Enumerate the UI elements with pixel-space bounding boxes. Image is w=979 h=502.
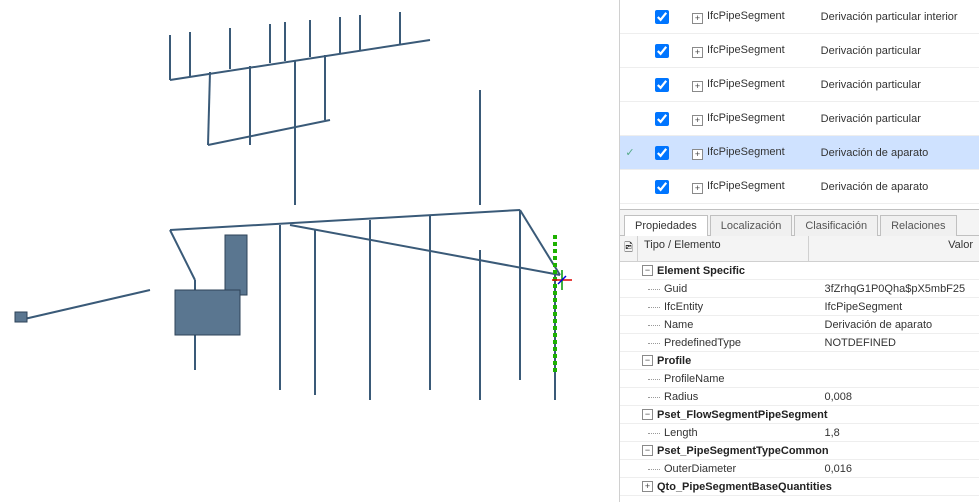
collapse-icon[interactable]: − xyxy=(642,265,653,276)
node-desc-label: Derivación particular xyxy=(821,79,979,91)
tree-row[interactable]: + IfcPipeSegment Derivación particular xyxy=(620,68,979,102)
property-value[interactable] xyxy=(819,377,979,381)
property-row[interactable]: Radius0,008 xyxy=(620,388,979,406)
node-type-label: IfcPipeSegment xyxy=(707,146,797,158)
row-check-icon: ✓ xyxy=(620,146,640,159)
property-value[interactable]: 0,008 xyxy=(819,389,979,405)
property-group[interactable]: −Pset_PipeSegmentTypeCommon xyxy=(620,442,979,460)
expand-icon[interactable]: + xyxy=(692,149,703,160)
node-desc-label: Derivación particular interior xyxy=(821,11,979,23)
property-group[interactable]: −Profile xyxy=(620,352,979,370)
property-key: IfcEntity xyxy=(638,299,819,315)
node-desc-label: Derivación particular xyxy=(821,45,979,57)
expand-icon[interactable]: + xyxy=(692,81,703,92)
node-type-label: IfcPipeSegment xyxy=(707,180,797,192)
tree-row[interactable]: + IfcPipeSegment Derivación de aparato xyxy=(620,170,979,204)
header-val-label: Valor xyxy=(809,236,979,261)
property-value[interactable]: Derivación de aparato xyxy=(819,317,979,333)
property-value[interactable]: 0,016 xyxy=(819,461,979,477)
property-value[interactable]: 1,8 xyxy=(819,425,979,441)
tree-row[interactable]: + IfcPipeSegment Derivación particular int… xyxy=(620,0,979,34)
tab-propiedades[interactable]: Propiedades xyxy=(624,215,708,236)
property-group[interactable]: + Qto_PipeSegmentBaseQuantities xyxy=(620,478,979,496)
categorize-icon[interactable]: 🖻 xyxy=(620,236,638,261)
property-row[interactable]: ProfileName xyxy=(620,370,979,388)
property-group[interactable]: −Pset_FlowSegmentPipeSegment xyxy=(620,406,979,424)
visibility-checkbox[interactable] xyxy=(655,78,669,92)
property-row[interactable]: OuterDiameter0,016 xyxy=(620,460,979,478)
property-key: PredefinedType xyxy=(638,335,819,351)
collapse-icon[interactable]: − xyxy=(642,409,653,420)
property-tabs: PropiedadesLocalizaciónClasificaciónRela… xyxy=(620,210,979,236)
node-type-label: IfcPipeSegment xyxy=(707,10,797,22)
visibility-checkbox[interactable] xyxy=(655,146,669,160)
3d-viewport[interactable] xyxy=(0,0,619,502)
property-row[interactable]: Length1,8 xyxy=(620,424,979,442)
property-grid[interactable]: 🖻 Tipo / Elemento Valor −Element Specifi… xyxy=(620,236,979,502)
property-row[interactable]: PredefinedTypeNOTDEFINED xyxy=(620,334,979,352)
group-label: Profile xyxy=(657,355,691,367)
group-label: Qto_PipeSegmentBaseQuantities xyxy=(657,481,832,493)
node-type-label: IfcPipeSegment xyxy=(707,78,797,90)
property-grid-header: 🖻 Tipo / Elemento Valor xyxy=(620,236,979,262)
expand-icon[interactable]: + xyxy=(692,13,703,24)
node-type-label: IfcPipeSegment xyxy=(707,44,797,56)
tree-row[interactable]: + IfcPipeSegment Derivación particular xyxy=(620,34,979,68)
node-desc-label: Derivación de aparato xyxy=(821,147,979,159)
group-label: Pset_FlowSegmentPipeSegment xyxy=(657,409,828,421)
property-value[interactable]: IfcPipeSegment xyxy=(819,299,979,315)
visibility-checkbox[interactable] xyxy=(655,44,669,58)
property-key: Radius xyxy=(638,389,819,405)
node-desc-label: Derivación particular xyxy=(821,113,979,125)
property-group[interactable]: −Element Specific xyxy=(620,262,979,280)
property-key: Length xyxy=(638,425,819,441)
tree-row[interactable]: ✓ + IfcPipeSegment Derivación de aparato xyxy=(620,136,979,170)
collapse-icon[interactable]: + xyxy=(642,481,653,492)
property-row[interactable]: IfcEntityIfcPipeSegment xyxy=(620,298,979,316)
header-key-label: Tipo / Elemento xyxy=(638,236,809,261)
property-key: ProfileName xyxy=(638,371,819,387)
element-tree[interactable]: + IfcPipeSegment Derivación particular int… xyxy=(620,0,979,210)
expand-icon[interactable]: + xyxy=(692,183,703,194)
node-desc-label: Derivación de aparato xyxy=(821,181,979,193)
collapse-icon[interactable]: − xyxy=(642,355,653,366)
property-row[interactable]: Guid3fZrhqG1P0Qha$pX5mbF25 xyxy=(620,280,979,298)
visibility-checkbox[interactable] xyxy=(655,112,669,126)
tab-clasificación[interactable]: Clasificación xyxy=(794,215,878,236)
visibility-checkbox[interactable] xyxy=(655,10,669,24)
property-row[interactable]: NameDerivación de aparato xyxy=(620,316,979,334)
tab-relaciones[interactable]: Relaciones xyxy=(880,215,956,236)
group-label: Element Specific xyxy=(657,265,745,277)
property-key: Guid xyxy=(638,281,819,297)
visibility-checkbox[interactable] xyxy=(655,180,669,194)
tree-row[interactable]: + IfcPipeSegment Derivación particular xyxy=(620,102,979,136)
collapse-icon[interactable]: − xyxy=(642,445,653,456)
group-label: Pset_PipeSegmentTypeCommon xyxy=(657,445,829,457)
property-key: OuterDiameter xyxy=(638,461,819,477)
node-type-label: IfcPipeSegment xyxy=(707,112,797,124)
property-value[interactable]: NOTDEFINED xyxy=(819,335,979,351)
property-key: Name xyxy=(638,317,819,333)
expand-icon[interactable]: + xyxy=(692,47,703,58)
expand-icon[interactable]: + xyxy=(692,115,703,126)
property-value[interactable]: 3fZrhqG1P0Qha$pX5mbF25 xyxy=(819,281,979,297)
tab-localización[interactable]: Localización xyxy=(710,215,793,236)
